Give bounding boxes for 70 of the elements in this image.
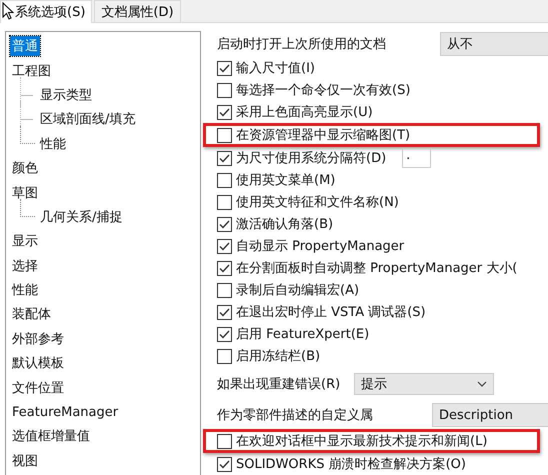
tree-item[interactable]: 草图 — [10, 182, 40, 203]
checkbox-label[interactable]: 在退出宏时停止 VSTA 调试器(S) — [236, 303, 426, 321]
check-icon — [219, 220, 230, 228]
checkbox-label[interactable]: 使用英文菜单(M) — [236, 171, 336, 189]
checkbox-label[interactable]: 在分割面板时自动调整 PropertyManager 大小( — [236, 259, 518, 277]
check-icon — [219, 460, 230, 468]
checkbox[interactable] — [217, 104, 232, 120]
tree-item[interactable]: 工程图 — [10, 60, 53, 81]
checkbox[interactable] — [217, 150, 232, 166]
tree-item[interactable]: 性能 — [38, 134, 68, 154]
tree-item[interactable]: 默认模板 — [10, 353, 66, 374]
check-icon — [219, 108, 230, 116]
check-icon — [219, 264, 230, 272]
check-icon — [219, 154, 230, 162]
field-label: 启动时打开上次所使用的文档 — [217, 36, 386, 53]
checkbox[interactable] — [217, 60, 232, 76]
tree-item[interactable]: 文件位置 — [10, 378, 66, 398]
tree-item[interactable]: 性能 — [10, 280, 40, 300]
checkbox[interactable] — [217, 434, 232, 448]
input-field[interactable]: . — [402, 148, 432, 168]
checkbox[interactable] — [217, 216, 232, 232]
check-icon — [219, 308, 230, 316]
tree-item[interactable]: 显示类型 — [38, 84, 94, 105]
checkbox-label[interactable]: 采用上色面高亮显示(U) — [236, 103, 373, 121]
check-icon — [219, 242, 230, 250]
check-icon — [219, 64, 230, 72]
dropdown[interactable]: Description — [432, 403, 548, 427]
checkbox[interactable] — [217, 128, 232, 142]
tree-item[interactable]: 区域剖面线/填充 — [38, 109, 138, 130]
checkbox-label[interactable]: SOLIDWORKS 崩溃时检查解决方案(O) — [236, 455, 466, 473]
tab[interactable]: 系统选项(S) — [0, 0, 92, 23]
checkbox-label[interactable]: 自动显示 PropertyManager — [236, 237, 404, 255]
tree-item[interactable]: 几何关系/捕捉 — [38, 206, 124, 227]
field-label: 如果出现重建错误(R) — [217, 376, 340, 393]
tree-item[interactable]: 外部参考 — [10, 328, 66, 349]
checkbox-label[interactable]: 在资源管理器中显示缩略图(T) — [236, 126, 410, 144]
checkbox[interactable] — [217, 172, 232, 188]
checkbox[interactable] — [217, 304, 232, 320]
checkbox-label[interactable]: 录制后自动编辑宏(A) — [236, 281, 360, 299]
tree-item[interactable]: 视图 — [10, 450, 40, 471]
cursor-icon — [2, 2, 14, 20]
tab[interactable]: 文档属性(D) — [94, 0, 181, 22]
tree-item[interactable]: 选值框增量值 — [10, 426, 92, 446]
checkbox-label[interactable]: 使用英文特征和文件名称(N) — [236, 193, 399, 211]
checkbox[interactable] — [217, 238, 232, 254]
field-label: 作为零部件描述的自定义属 — [217, 407, 373, 424]
tree-item[interactable]: FeatureManager — [10, 404, 120, 421]
checkbox-label[interactable]: 在欢迎对话框中显示最新技术提示和新闻(L) — [236, 432, 488, 450]
checkbox[interactable] — [217, 326, 232, 342]
checkbox-label[interactable]: 启用 FeatureXpert(E) — [236, 325, 370, 343]
dropdown[interactable]: 提示 — [354, 373, 494, 395]
caret-icon — [477, 381, 488, 387]
checkbox[interactable] — [217, 456, 232, 472]
tree-item[interactable]: 颜色 — [10, 158, 40, 178]
checkbox-label[interactable]: 启用冻结栏(B) — [236, 347, 320, 365]
checkbox[interactable] — [217, 260, 232, 276]
tree-item[interactable]: 装配体 — [10, 304, 53, 324]
checkbox-label[interactable]: 输入尺寸值(I) — [236, 59, 315, 77]
checkbox[interactable] — [217, 194, 232, 210]
checkbox-label[interactable]: 激活确认角落(B) — [236, 215, 334, 233]
tree-item[interactable]: 选择 — [10, 256, 40, 276]
checkbox[interactable] — [217, 82, 232, 98]
checkbox-label[interactable]: 为尺寸使用系统分隔符(D) — [236, 149, 386, 167]
checkbox[interactable] — [217, 282, 232, 298]
checkbox-label[interactable]: 每选择一个命令仅一次有效(S) — [236, 81, 410, 99]
check-icon — [219, 330, 230, 338]
tree-item[interactable]: 普通 — [10, 36, 40, 56]
checkbox[interactable] — [217, 348, 232, 364]
tree-item[interactable]: 显示 — [10, 231, 40, 252]
dropdown[interactable]: 从不 — [440, 32, 548, 56]
